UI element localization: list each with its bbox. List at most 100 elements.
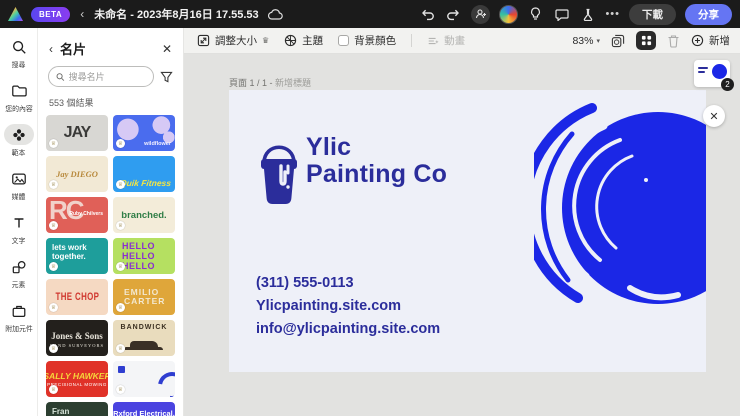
user-avatar[interactable]	[499, 4, 519, 24]
template-thumb[interactable]: Jones & Sons LAND SURVEYORS ♕	[46, 320, 108, 356]
panel-title: 名片	[60, 42, 87, 57]
template-art	[118, 366, 125, 373]
document-title[interactable]: 未命名 - 2023年8月16日 17.55.53	[94, 6, 258, 22]
template-thumb[interactable]: SALLY HAWKER PRECISIONAL MOWING ♕	[46, 361, 108, 397]
sidebar-item-label: 搜尋	[11, 60, 26, 69]
filter-funnel-icon[interactable]	[160, 71, 173, 83]
pro-crown-icon: ♕	[49, 303, 58, 312]
panel-close-icon[interactable]: ✕	[162, 42, 172, 56]
sidebar-item-templates[interactable]: 範本	[0, 124, 38, 158]
template-thumb[interactable]: BANDWICK ♕	[113, 320, 175, 356]
background-color-button[interactable]: 背景顏色	[338, 33, 396, 48]
sidebar-item-search[interactable]: 搜尋	[0, 36, 38, 70]
more-options-button[interactable]: •••	[605, 8, 620, 20]
template-thumb[interactable]: THE CHOP ♕	[46, 279, 108, 315]
blue-brush-stroke-art[interactable]	[534, 92, 706, 354]
elements-icon	[4, 256, 34, 277]
close-selection-icon[interactable]: ✕	[703, 105, 725, 127]
template-search-input[interactable]	[68, 71, 146, 82]
templates-panel: ‹ 名片 ✕ 553 個結果 JAY♕wildflower♕Jay DIEGO♕…	[38, 28, 184, 416]
template-thumb[interactable]: wildflower ♕	[113, 115, 175, 151]
email-text[interactable]: info@ylicpainting.site.com	[256, 318, 440, 341]
template-title: wildflower	[144, 141, 171, 147]
redo-icon[interactable]	[445, 6, 462, 23]
resize-button[interactable]: 調整大小 ♛	[197, 33, 269, 48]
phone-text[interactable]: (311) 555-0113	[256, 272, 440, 295]
theme-icon	[285, 34, 297, 47]
share-button[interactable]: 分享	[685, 3, 732, 25]
template-thumb[interactable]: Fran Vanzant♕	[46, 402, 108, 416]
pro-crown-icon: ♕	[49, 180, 58, 189]
animate-label: 動畫	[444, 35, 466, 47]
app-window: BETA ‹ 未命名 - 2023年8月16日 17.55.53 ••• 下載 …	[0, 0, 740, 416]
animate-button[interactable]: 動畫	[427, 33, 465, 48]
sidebar-item-media[interactable]: 媒體	[0, 168, 38, 202]
pro-crown-icon: ♕	[116, 344, 125, 353]
template-search	[48, 66, 154, 87]
template-thumb[interactable]: Jay DIEGO ♕	[46, 156, 108, 192]
chevron-down-icon: ▾	[596, 37, 600, 45]
page-number: 頁面 1 / 1 -	[229, 78, 273, 88]
template-thumb[interactable]: Rxford Electrical.///♕	[113, 402, 175, 416]
contact-info-text[interactable]: (311) 555-0113 Ylicpainting.site.com inf…	[256, 272, 440, 341]
template-title: lets work together.	[52, 243, 87, 261]
back-chevron-icon[interactable]: ‹	[78, 8, 86, 20]
template-thumb[interactable]: ♕	[113, 361, 175, 397]
comments-icon[interactable]	[553, 6, 570, 23]
website-text[interactable]: Ylicpainting.site.com	[256, 295, 440, 318]
app-logo-icon[interactable]	[8, 7, 23, 21]
delete-page-button[interactable]	[667, 34, 680, 48]
pro-crown-icon: ♕	[116, 262, 125, 271]
template-thumb[interactable]: Quik Fitness ♕	[113, 156, 175, 192]
pro-crown-icon: ♛	[262, 36, 270, 45]
experiments-flask-icon[interactable]	[579, 6, 596, 23]
add-title-link[interactable]: 新增標題	[275, 78, 311, 88]
sidebar-item-text[interactable]: 文字	[0, 212, 38, 246]
template-art	[130, 341, 158, 350]
toolbar-divider	[411, 34, 413, 47]
template-thumb[interactable]: HELLO HELLO HELLO ♕	[113, 238, 175, 274]
paint-bucket-logo-icon[interactable]	[256, 132, 302, 206]
pro-crown-icon: ♕	[49, 344, 58, 353]
sidebar-item-addons[interactable]: 附加元件	[0, 300, 38, 334]
folder-icon	[4, 80, 34, 101]
pro-crown-icon: ♕	[49, 385, 58, 394]
template-thumb[interactable]: branched. ♕	[113, 197, 175, 233]
theme-label: 主題	[302, 35, 324, 47]
template-title: HELLO HELLO HELLO	[122, 241, 155, 271]
media-icon	[4, 168, 34, 189]
zoom-level-control[interactable]: 83% ▾	[572, 35, 600, 47]
template-thumb[interactable]: EMILIO CARTER ♕	[113, 279, 175, 315]
page-preview-thumbnail[interactable]: 2	[694, 60, 734, 91]
add-page-button[interactable]: 新增	[691, 33, 730, 48]
download-button[interactable]: 下載	[629, 3, 676, 25]
lightbulb-icon[interactable]	[527, 6, 544, 23]
duplicate-page-button[interactable]	[611, 34, 625, 48]
template-thumb[interactable]: RC Ruby Chilvers ♕	[46, 197, 108, 233]
template-title: BANDWICK	[120, 324, 168, 331]
template-thumb[interactable]: JAY ♕	[46, 115, 108, 151]
template-title: SALLY HAWKER	[46, 371, 108, 381]
pro-crown-icon: ♕	[49, 139, 58, 148]
design-page[interactable]: Ylic Painting Co (311) 555-0113 Ylicpain…	[229, 90, 706, 372]
template-thumb[interactable]: lets work together. ♕	[46, 238, 108, 274]
undo-icon[interactable]	[419, 6, 436, 23]
workspace: 頁面 1 / 1 - 新增標題 Ylic Painting Co (311) 5…	[184, 54, 740, 416]
sidebar-item-label: 範本	[11, 148, 26, 157]
thumbnail-brush-blob	[712, 64, 727, 79]
theme-button[interactable]: 主題	[284, 33, 323, 48]
text-icon	[4, 212, 34, 233]
template-title: Fran Vanzant	[52, 407, 70, 416]
addons-icon	[4, 300, 34, 321]
sidebar-item-label: 您的內容	[4, 104, 33, 113]
add-member-button[interactable]	[471, 4, 491, 24]
sidebar-item-folder[interactable]: 您的內容	[0, 80, 38, 114]
panel-back-chevron-icon[interactable]: ‹	[49, 42, 53, 56]
search-icon	[4, 36, 34, 57]
company-name-text[interactable]: Ylic Painting Co	[306, 134, 456, 188]
sidebar-item-elements[interactable]: 元素	[0, 256, 38, 290]
template-title: EMILIO CARTER	[124, 287, 166, 306]
template-title: THE CHOP	[55, 291, 99, 303]
pro-crown-icon: ♕	[116, 385, 125, 394]
grid-view-toggle[interactable]	[636, 31, 656, 50]
